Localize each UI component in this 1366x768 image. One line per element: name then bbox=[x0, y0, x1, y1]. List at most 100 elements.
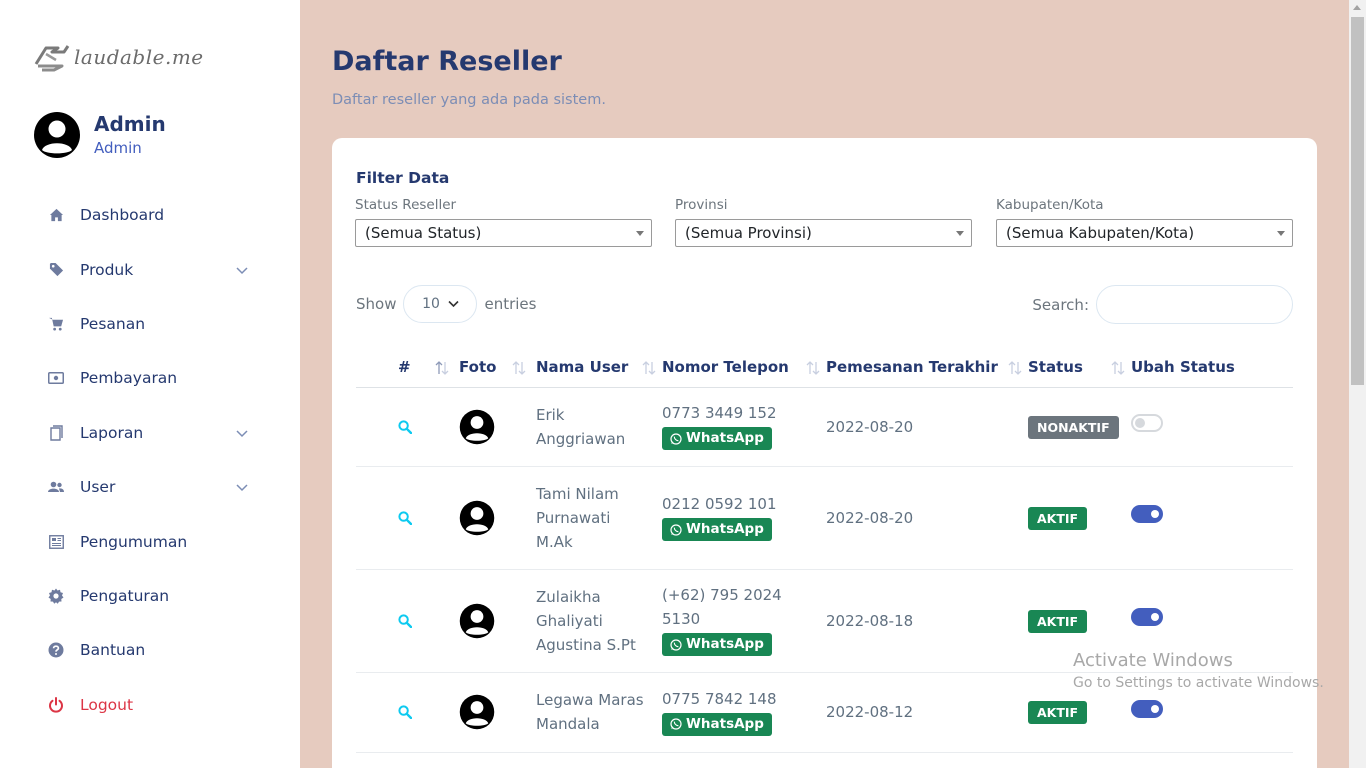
scrollbar-thumb[interactable] bbox=[1351, 17, 1364, 385]
column-header-foto[interactable]: Foto bbox=[455, 347, 532, 388]
whatsapp-label: WhatsApp bbox=[686, 636, 764, 653]
tag-icon bbox=[47, 261, 65, 279]
status-badge: AKTIF bbox=[1028, 609, 1088, 633]
brand-logo[interactable]: laudable.me bbox=[32, 40, 204, 74]
sidebar-item-pengaturan[interactable]: Pengaturan bbox=[0, 569, 300, 623]
sidebar-item-pesanan[interactable]: Pesanan bbox=[0, 297, 300, 351]
watermark-title: Activate Windows bbox=[1073, 650, 1233, 671]
whatsapp-label: WhatsApp bbox=[686, 430, 764, 447]
cart-icon bbox=[47, 315, 65, 333]
caret-down-icon bbox=[956, 231, 964, 236]
sidebar-item-bantuan[interactable]: Bantuan bbox=[0, 623, 300, 677]
whatsapp-icon bbox=[670, 639, 682, 651]
status-badge: AKTIF bbox=[1028, 701, 1088, 724]
whatsapp-icon bbox=[670, 524, 682, 536]
phone-number: 5130 bbox=[662, 610, 701, 629]
sidebar-item-label: Pengaturan bbox=[80, 586, 170, 605]
detail-cell bbox=[356, 569, 455, 673]
nama-line: Ghaliyati bbox=[536, 611, 603, 630]
telepon-cell: 0773 3449 152 WhatsApp bbox=[662, 387, 826, 467]
telepon-cell: 0212 0592 101 WhatsApp bbox=[662, 466, 826, 570]
last-order-cell: 2022-08-18 bbox=[826, 569, 1028, 673]
sidebar-item-laporan[interactable]: Laporan bbox=[0, 406, 300, 460]
avatar-icon bbox=[34, 112, 80, 158]
sidebar-item-dashboard[interactable]: Dashboard bbox=[0, 188, 300, 242]
whatsapp-button[interactable]: WhatsApp bbox=[662, 518, 772, 542]
sidebar-item-label: Logout bbox=[80, 695, 134, 714]
filter-status-select[interactable]: (Semua Status) bbox=[355, 219, 652, 247]
phone-number: 0775 7842 148 bbox=[662, 689, 777, 708]
cash-icon bbox=[47, 369, 65, 387]
status-cell: NONAKTIF bbox=[1028, 387, 1131, 467]
sidebar-item-label: Produk bbox=[80, 260, 134, 279]
search-icon[interactable] bbox=[398, 613, 412, 628]
column-header-label: # bbox=[398, 357, 411, 376]
show-label: Show bbox=[356, 295, 397, 313]
profile-name: Admin bbox=[94, 111, 166, 136]
nama-line: Mandala bbox=[536, 715, 600, 733]
sidebar-item-user[interactable]: User bbox=[0, 460, 300, 514]
column-header-number[interactable]: # bbox=[356, 347, 455, 388]
sidebar-item-pengumuman[interactable]: Pengumuman bbox=[0, 514, 300, 568]
avatar-icon bbox=[459, 409, 495, 444]
entries-length-select[interactable]: 10 bbox=[403, 285, 478, 323]
filter-kabupaten-value: (Semua Kabupaten/Kota) bbox=[1006, 224, 1195, 242]
home-icon bbox=[47, 206, 65, 224]
foto-cell bbox=[455, 672, 532, 753]
status-toggle[interactable] bbox=[1131, 699, 1163, 718]
filter-status-label: Status Reseller bbox=[355, 197, 457, 213]
page-scrollbar[interactable] bbox=[1349, 0, 1366, 768]
whatsapp-button[interactable]: WhatsApp bbox=[662, 633, 772, 657]
search-input[interactable] bbox=[1096, 285, 1293, 324]
chevron-down-icon bbox=[236, 484, 248, 492]
sort-icon bbox=[435, 361, 449, 375]
table-row: Erik Anggriawan 0773 3449 152 WhatsApp 2… bbox=[356, 387, 1293, 467]
entries-length-control: Show 10 entries bbox=[356, 285, 536, 323]
column-header-ubah-status: Ubah Status bbox=[1131, 347, 1293, 388]
status-toggle[interactable] bbox=[1131, 608, 1163, 626]
sidebar-item-label: User bbox=[80, 478, 116, 497]
nama-line: Agustina S.Pt bbox=[536, 635, 636, 654]
filter-provinsi-group: Provinsi (Semua Provinsi) bbox=[675, 197, 972, 247]
whatsapp-label: WhatsApp bbox=[686, 715, 764, 732]
column-header-label: Nama User bbox=[536, 357, 629, 376]
sidebar-item-produk[interactable]: Produk bbox=[0, 242, 300, 296]
search-icon[interactable] bbox=[398, 705, 412, 719]
search-icon[interactable] bbox=[398, 419, 412, 434]
sidebar-item-label: Pesanan bbox=[80, 314, 146, 333]
filter-kabupaten-label: Kabupaten/Kota bbox=[996, 197, 1104, 213]
entries-length-value: 10 bbox=[422, 296, 440, 312]
nama-line: Legawa Maras bbox=[536, 691, 644, 709]
last-order-cell: 2022-08-12 bbox=[826, 672, 1028, 753]
column-header-nama-user[interactable]: Nama User bbox=[532, 347, 662, 388]
status-toggle[interactable] bbox=[1131, 414, 1163, 432]
filter-provinsi-value: (Semua Provinsi) bbox=[685, 224, 812, 242]
filter-kabupaten-select[interactable]: (Semua Kabupaten/Kota) bbox=[996, 219, 1293, 247]
sidebar-item-pembayaran[interactable]: Pembayaran bbox=[0, 351, 300, 405]
nama-cell: Erik Anggriawan bbox=[532, 387, 662, 467]
entries-label: entries bbox=[484, 295, 537, 313]
filter-title: Filter Data bbox=[356, 169, 450, 187]
page-title: Daftar Reseller bbox=[332, 46, 562, 77]
profile-role: Admin bbox=[94, 138, 142, 157]
users-icon bbox=[47, 478, 65, 496]
sidebar-item-logout[interactable]: Logout bbox=[0, 678, 300, 732]
sidebar-item-label: Dashboard bbox=[80, 206, 165, 225]
detail-cell bbox=[356, 387, 455, 467]
filter-provinsi-select[interactable]: (Semua Provinsi) bbox=[675, 219, 972, 247]
column-header-nomor-telepon[interactable]: Nomor Telepon bbox=[662, 347, 826, 388]
nama-line: M.Ak bbox=[536, 532, 573, 551]
table-row: Tami Nilam Purnawati M.Ak 0212 0592 101 … bbox=[356, 466, 1293, 570]
sort-icon bbox=[1008, 361, 1022, 375]
search-icon[interactable] bbox=[398, 510, 412, 525]
nama-cell: Tami Nilam Purnawati M.Ak bbox=[532, 466, 662, 570]
whatsapp-icon bbox=[670, 433, 682, 445]
status-toggle[interactable] bbox=[1131, 505, 1163, 523]
column-header-pemesanan-terakhir[interactable]: Pemesanan Terakhir bbox=[826, 347, 1028, 388]
column-header-status[interactable]: Status bbox=[1028, 347, 1131, 388]
whatsapp-button[interactable]: WhatsApp bbox=[662, 712, 772, 736]
scroll-up-arrow-icon[interactable] bbox=[1353, 5, 1361, 10]
filter-status-group: Status Reseller (Semua Status) bbox=[355, 197, 652, 247]
whatsapp-button[interactable]: WhatsApp bbox=[662, 427, 772, 451]
phone-number: (+62) 795 2024 bbox=[662, 586, 782, 605]
